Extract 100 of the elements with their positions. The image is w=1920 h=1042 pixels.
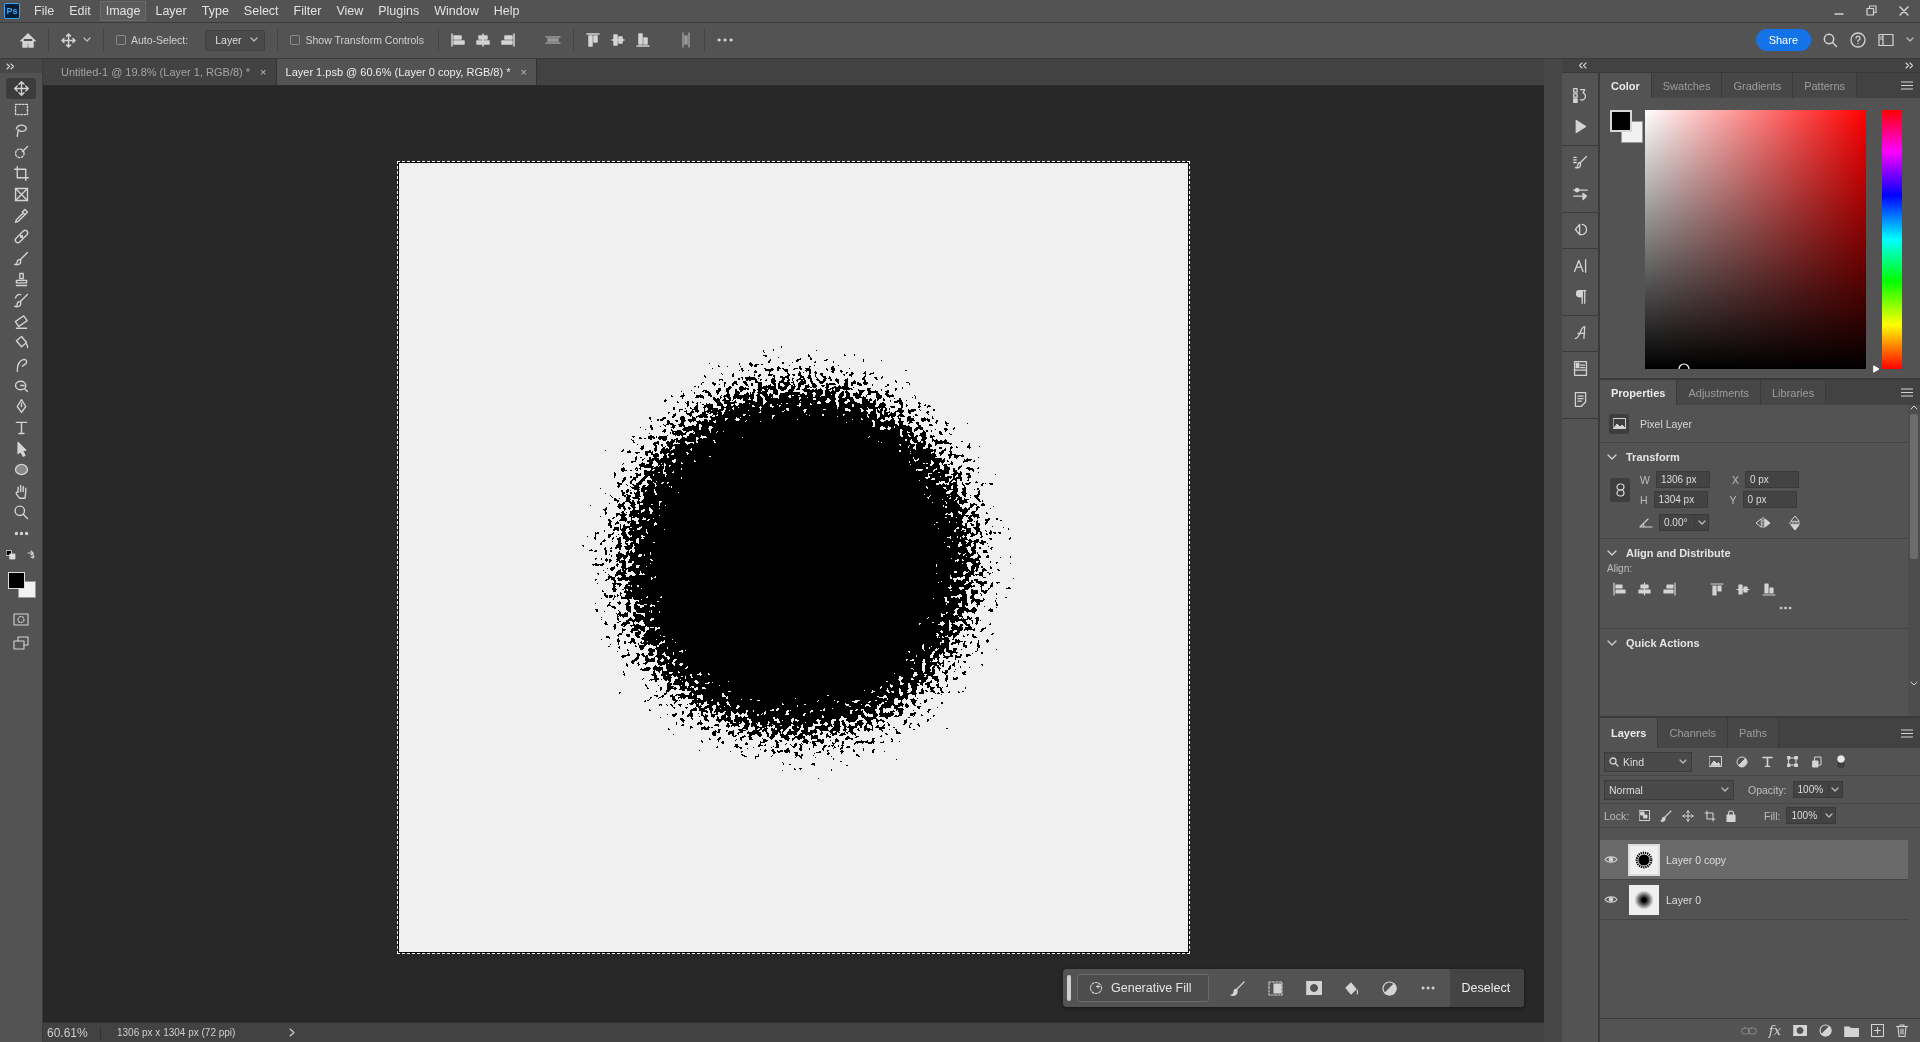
brush-settings-icon[interactable]	[1571, 154, 1589, 171]
more-icon[interactable]	[1779, 606, 1792, 610]
home-icon[interactable]	[20, 32, 36, 48]
quick-mask-icon[interactable]	[13, 613, 29, 627]
panel-tab[interactable]: Swatches	[1651, 73, 1723, 98]
align-horizontal-center-icon[interactable]	[475, 33, 490, 47]
checkbox[interactable]	[116, 35, 126, 45]
move-tool-icon[interactable]	[61, 32, 76, 48]
chevron-down-icon[interactable]	[1607, 639, 1617, 647]
align-right-icon[interactable]	[1663, 582, 1676, 596]
angle-field[interactable]: 0.00°	[1659, 514, 1709, 531]
tool-button[interactable]	[6, 78, 36, 100]
screen-mode-icon[interactable]	[13, 636, 29, 651]
adjustment-icon[interactable]	[1382, 980, 1398, 996]
deselect-button[interactable]: Deselect	[1449, 969, 1525, 1007]
flip-vertical-icon[interactable]	[1789, 514, 1801, 531]
number-field[interactable]: 0 px	[1742, 491, 1797, 508]
scrollbar[interactable]	[1908, 405, 1920, 716]
menu-item[interactable]: Edit	[63, 0, 97, 21]
caret-icon[interactable]	[1679, 758, 1687, 765]
layout-icon[interactable]	[1571, 360, 1589, 377]
panel-menu-icon[interactable]	[1901, 388, 1913, 397]
section-title[interactable]: Align and Distribute	[1626, 547, 1731, 559]
align-vertical-center-icon[interactable]	[1736, 582, 1750, 596]
align-top-icon[interactable]	[1710, 582, 1724, 596]
number-field[interactable]: 0 px	[1744, 471, 1799, 488]
help-icon[interactable]	[1850, 32, 1866, 48]
lock-pixels-icon[interactable]	[1660, 809, 1673, 822]
caret-icon[interactable]	[250, 37, 259, 43]
panel-tab[interactable]: Channels	[1658, 718, 1728, 748]
distribute-icon[interactable]	[544, 33, 561, 47]
brush-icon[interactable]	[1230, 980, 1246, 996]
adjustment-layer-icon[interactable]	[1819, 1024, 1832, 1037]
link-button[interactable]	[1610, 477, 1630, 502]
color-field[interactable]	[1645, 110, 1866, 369]
chevron-down-icon[interactable]	[1607, 453, 1617, 461]
panel-tab[interactable]: Color	[1600, 73, 1652, 98]
menu-item[interactable]: File	[28, 0, 61, 21]
eye-icon[interactable]	[1604, 895, 1618, 904]
add-mask-icon[interactable]	[1793, 1025, 1807, 1036]
workspace-icon[interactable]	[1878, 33, 1894, 47]
zoom-level[interactable]: 60.61%	[43, 1025, 101, 1040]
checkbox[interactable]	[290, 35, 301, 45]
crop-icon[interactable]	[12, 164, 30, 182]
menu-item[interactable]: Layer	[149, 0, 193, 21]
restore-icon[interactable]	[1866, 5, 1877, 16]
layer-row[interactable]: Layer 0 copy	[1600, 840, 1908, 880]
tab-close-button[interactable]: ×	[260, 66, 267, 78]
layer-row[interactable]: Layer 0	[1600, 880, 1908, 920]
filter-toggle-icon[interactable]	[1837, 754, 1845, 769]
layer-dropdown[interactable]: Layer	[205, 29, 266, 51]
mask-icon[interactable]	[1305, 981, 1322, 995]
blend-mode-dropdown[interactable]: Normal	[1604, 779, 1734, 800]
tab-close-button[interactable]: ×	[520, 66, 527, 78]
lock-position-icon[interactable]	[1682, 809, 1695, 822]
eraser-icon[interactable]	[12, 313, 30, 331]
generative-fill-button[interactable]: Generative Fill	[1077, 974, 1209, 1002]
eye-icon[interactable]	[1604, 855, 1618, 864]
color-swatches[interactable]	[1610, 110, 1643, 143]
caret-icon[interactable]	[1721, 786, 1729, 793]
opacity-field[interactable]: 100%	[1792, 781, 1843, 798]
folder-icon[interactable]	[1844, 1024, 1859, 1037]
panel-menu-icon[interactable]	[1901, 728, 1913, 738]
menu-item[interactable]: Image	[99, 0, 147, 21]
caret-icon[interactable]	[1697, 519, 1706, 526]
shape-filter-icon[interactable]	[1787, 756, 1798, 767]
panel-tab[interactable]: Layers	[1600, 718, 1659, 748]
collapse-icon[interactable]	[1578, 62, 1587, 69]
align-horizontal-center-icon[interactable]	[1638, 582, 1651, 596]
layer-name[interactable]: Layer 0 copy	[1666, 853, 1727, 866]
fill-field[interactable]: 100%	[1786, 807, 1837, 824]
zoom-icon[interactable]	[12, 503, 30, 521]
quick-selection-icon[interactable]	[12, 143, 30, 161]
drag-handle[interactable]	[1067, 975, 1071, 1001]
align-top-icon[interactable]	[585, 33, 600, 47]
align-left-icon[interactable]	[450, 33, 465, 47]
new-layer-icon[interactable]	[1871, 1024, 1884, 1037]
chevron-down-icon[interactable]	[1607, 549, 1617, 557]
move-tool-icon[interactable]	[12, 80, 30, 98]
caret-icon[interactable]	[1906, 37, 1914, 43]
close-icon[interactable]	[1899, 5, 1909, 16]
distribute-vertical-icon[interactable]	[679, 32, 692, 48]
panel-tab[interactable]: Gradients	[1722, 73, 1794, 98]
frame-icon[interactable]	[12, 186, 30, 204]
layer-effects-button[interactable]: fx	[1768, 1023, 1781, 1038]
more-icon[interactable]	[1420, 986, 1435, 990]
menu-item[interactable]: View	[330, 0, 370, 21]
align-right-icon[interactable]	[500, 33, 515, 47]
panel-tab[interactable]: Libraries	[1760, 380, 1827, 405]
share-button[interactable]: Share	[1755, 29, 1811, 51]
number-field[interactable]: 1306 px	[1655, 471, 1710, 488]
section-title[interactable]: Transform	[1626, 451, 1680, 463]
section-title[interactable]: Quick Actions	[1626, 637, 1700, 649]
type-filter-icon[interactable]	[1762, 756, 1773, 767]
panel-tab[interactable]: Properties	[1600, 380, 1678, 405]
brush-icon[interactable]	[12, 249, 30, 267]
app-logo[interactable]: Ps	[4, 2, 20, 19]
number-field[interactable]: 1304 px	[1653, 491, 1708, 508]
lock-artboard-icon[interactable]	[1704, 809, 1717, 822]
menu-item[interactable]: Plugins	[372, 0, 426, 21]
